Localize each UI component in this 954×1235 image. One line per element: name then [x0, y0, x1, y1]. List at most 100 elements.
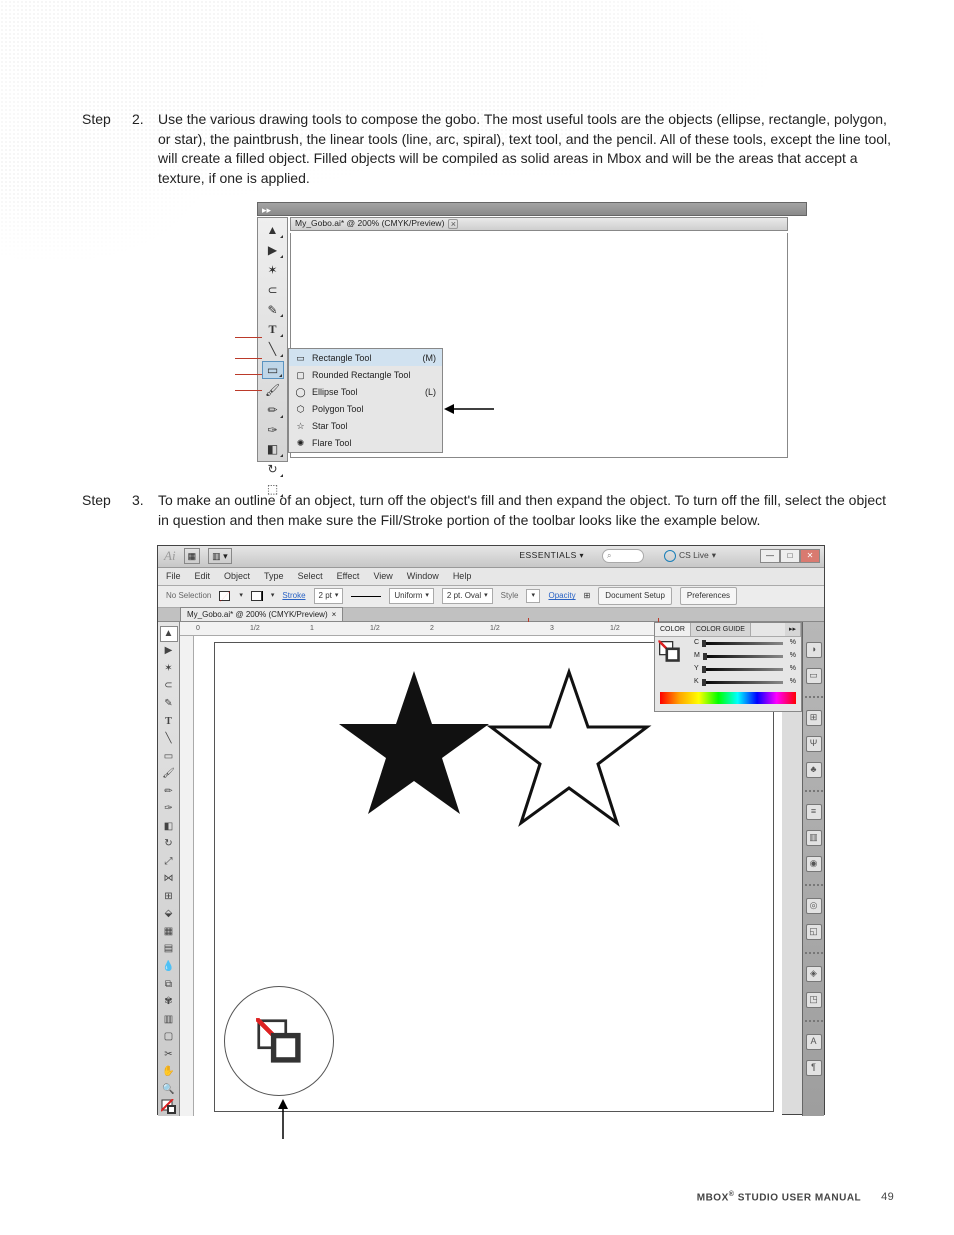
- minimize-icon[interactable]: —: [760, 549, 780, 563]
- blob-brush-tool-icon[interactable]: ✑: [160, 801, 178, 818]
- panel-icon[interactable]: ▭: [806, 668, 822, 684]
- selection-tool-icon[interactable]: ▲: [262, 222, 284, 239]
- panel-icon[interactable]: A: [806, 1034, 822, 1050]
- m-slider[interactable]: M%: [689, 650, 801, 663]
- type-tool-icon[interactable]: T: [262, 321, 284, 338]
- menu-view[interactable]: View: [373, 570, 392, 583]
- bridge-icon[interactable]: ▦: [184, 548, 201, 565]
- flyout-flare[interactable]: ✺ Flare Tool: [289, 434, 442, 451]
- extra-tool-icon[interactable]: ⬚: [262, 481, 284, 498]
- document-tab[interactable]: My_Gobo.ai* @ 200% (CMYK/Preview) ×: [290, 217, 788, 231]
- panel-icon[interactable]: ♣: [806, 762, 822, 778]
- eraser-tool-icon[interactable]: ◧: [262, 441, 284, 458]
- gradient-tool-icon[interactable]: ▤: [160, 941, 178, 958]
- type-tool-icon[interactable]: T: [160, 713, 178, 730]
- line-tool-icon[interactable]: ╲: [160, 731, 178, 748]
- mesh-tool-icon[interactable]: ▦: [160, 924, 178, 941]
- pencil-tool-icon[interactable]: ✏: [160, 783, 178, 800]
- color-tab[interactable]: COLOR: [655, 623, 691, 636]
- menu-window[interactable]: Window: [407, 570, 439, 583]
- eyedropper-tool-icon[interactable]: 💧: [160, 959, 178, 976]
- panel-icon[interactable]: ▥: [806, 830, 822, 846]
- menu-file[interactable]: File: [166, 570, 181, 583]
- panel-icon[interactable]: ◱: [806, 924, 822, 940]
- pen-tool-icon[interactable]: ✎: [262, 302, 284, 319]
- close-tab-icon[interactable]: ×: [332, 609, 337, 620]
- style-select[interactable]: [526, 589, 540, 603]
- blend-tool-icon[interactable]: ⧉: [160, 976, 178, 993]
- menu-effect[interactable]: Effect: [337, 570, 360, 583]
- rectangle-tool-icon[interactable]: ▭: [160, 748, 178, 765]
- line-tool-icon[interactable]: ╲: [262, 341, 284, 358]
- opacity-link[interactable]: Opacity: [548, 590, 575, 601]
- collapse-icon[interactable]: ▸▸: [262, 204, 271, 217]
- rotate-tool-icon[interactable]: ↻: [160, 836, 178, 853]
- paintbrush-tool-icon[interactable]: 🖌: [262, 382, 284, 399]
- lasso-tool-icon[interactable]: ⊂: [262, 282, 284, 299]
- menu-edit[interactable]: Edit: [195, 570, 211, 583]
- panel-icon[interactable]: ◑: [806, 642, 822, 658]
- flyout-rounded-rect[interactable]: ▢ Rounded Rectangle Tool: [289, 366, 442, 383]
- magic-wand-tool-icon[interactable]: ✶: [262, 262, 284, 279]
- perspective-tool-icon[interactable]: ⬙: [160, 906, 178, 923]
- stroke-link[interactable]: Stroke: [282, 590, 305, 601]
- hand-tool-icon[interactable]: ✋: [160, 1064, 178, 1081]
- stroke-weight-field[interactable]: 2 pt: [314, 588, 344, 603]
- fill-swatch[interactable]: [219, 591, 231, 601]
- eraser-tool-icon[interactable]: ◧: [160, 818, 178, 835]
- search-field[interactable]: ⌕: [602, 549, 644, 563]
- menu-help[interactable]: Help: [453, 570, 472, 583]
- blob-brush-tool-icon[interactable]: ✑: [262, 422, 284, 439]
- direct-select-tool-icon[interactable]: ▶: [262, 242, 284, 259]
- slice-tool-icon[interactable]: ✂: [160, 1046, 178, 1063]
- paintbrush-tool-icon[interactable]: 🖌: [160, 766, 178, 783]
- menu-select[interactable]: Select: [298, 570, 323, 583]
- color-guide-tab[interactable]: COLOR GUIDE: [691, 623, 751, 636]
- pencil-tool-icon[interactable]: ✏: [262, 402, 284, 419]
- panel-icon[interactable]: ⊞: [806, 710, 822, 726]
- graph-tool-icon[interactable]: ▥: [160, 1011, 178, 1028]
- document-setup-button[interactable]: Document Setup: [598, 587, 672, 604]
- panel-icon[interactable]: ◎: [806, 898, 822, 914]
- flyout-rectangle[interactable]: ▭ Rectangle Tool (M): [289, 349, 442, 366]
- close-icon[interactable]: ✕: [800, 549, 820, 563]
- panel-icon[interactable]: ¶: [806, 1060, 822, 1076]
- flyout-ellipse[interactable]: ◯ Ellipse Tool (L): [289, 383, 442, 400]
- c-slider[interactable]: C%: [689, 637, 801, 650]
- k-slider[interactable]: K%: [689, 676, 801, 689]
- brush-select[interactable]: Uniform: [389, 588, 434, 603]
- artboard-tool-icon[interactable]: ▢: [160, 1029, 178, 1046]
- direct-select-tool-icon[interactable]: ▶: [160, 643, 178, 660]
- expand-icon[interactable]: ▸▸: [785, 623, 801, 636]
- flyout-star[interactable]: ☆ Star Tool: [289, 417, 442, 434]
- panel-icon[interactable]: ◈: [806, 966, 822, 982]
- align-icon[interactable]: ⊞: [584, 590, 591, 601]
- fill-stroke-toggle-icon[interactable]: [160, 1099, 178, 1116]
- shape-tool-icon[interactable]: ▭: [262, 361, 284, 379]
- width-tool-icon[interactable]: ⋈: [160, 871, 178, 888]
- layout-icon[interactable]: ▥ ▾: [208, 548, 232, 565]
- pen-tool-icon[interactable]: ✎: [160, 696, 178, 713]
- shapebuilder-tool-icon[interactable]: ⊞: [160, 889, 178, 906]
- workspace-switcher[interactable]: ESSENTIALS: [519, 550, 584, 562]
- cs-live-button[interactable]: CS Live ▾: [664, 550, 716, 562]
- panel-icon[interactable]: Ψ: [806, 736, 822, 752]
- preferences-button[interactable]: Preferences: [680, 587, 737, 604]
- flyout-polygon[interactable]: ⬡ Polygon Tool: [289, 400, 442, 417]
- menu-type[interactable]: Type: [264, 570, 284, 583]
- panel-icon[interactable]: ◳: [806, 992, 822, 1008]
- document-tab[interactable]: My_Gobo.ai* @ 200% (CMYK/Preview) ×: [180, 607, 343, 621]
- zoom-tool-icon[interactable]: 🔍: [160, 1081, 178, 1098]
- selection-tool-icon[interactable]: ▲: [160, 626, 178, 643]
- spectrum-bar[interactable]: [660, 692, 796, 704]
- magic-wand-tool-icon[interactable]: ✶: [160, 661, 178, 678]
- panel-icon[interactable]: ◉: [806, 856, 822, 872]
- close-tab-icon[interactable]: ×: [448, 219, 458, 229]
- symbol-spray-tool-icon[interactable]: ✾: [160, 994, 178, 1011]
- stroke-swatch[interactable]: [251, 591, 263, 601]
- rotate-tool-icon[interactable]: ↻: [262, 461, 284, 478]
- lasso-tool-icon[interactable]: ⊂: [160, 678, 178, 695]
- scale-tool-icon[interactable]: ⤢: [160, 854, 178, 871]
- menu-object[interactable]: Object: [224, 570, 250, 583]
- profile-select[interactable]: 2 pt. Oval: [442, 588, 493, 603]
